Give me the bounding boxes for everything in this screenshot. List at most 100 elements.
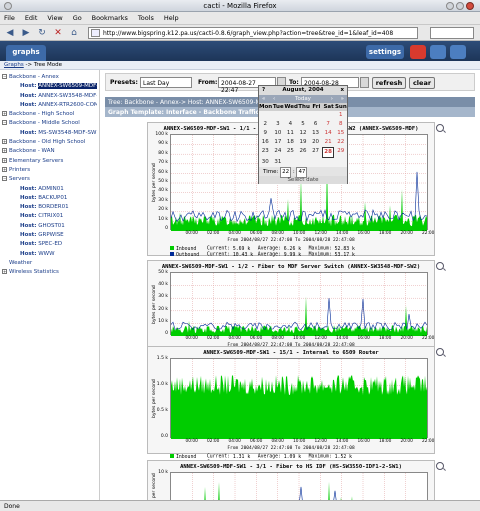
next-year-button[interactable]: » (341, 95, 344, 103)
menu-help[interactable]: Help (160, 12, 183, 24)
stop-icon[interactable]: ✕ (52, 27, 64, 39)
menu-edit[interactable]: Edit (21, 12, 42, 24)
tree-host-item[interactable]: Host: BACKUP01 (2, 194, 97, 203)
graph-panel[interactable]: ANNEX-SW6509-MDF-SW1 - 15/1 - Internal t… (147, 346, 435, 466)
calendar-day[interactable]: 26 (297, 147, 310, 158)
calendar-day[interactable]: 25 (284, 147, 297, 158)
tree-branch-item[interactable]: Weather (2, 259, 97, 268)
expand-icon[interactable]: + (2, 139, 7, 145)
back-icon[interactable]: ◀ (4, 27, 16, 39)
clear-button[interactable]: clear (409, 77, 435, 89)
calendar-day[interactable]: 23 (259, 147, 272, 158)
reload-icon[interactable]: ↻ (36, 27, 48, 39)
presets-select[interactable]: Last Day (140, 77, 192, 88)
tab-settings[interactable]: settings (366, 45, 404, 59)
breadcrumb-graphs[interactable]: Graphs (4, 62, 24, 68)
tab-graphs[interactable]: graphs (6, 45, 46, 61)
tree-host-item[interactable]: Host: ANNEX-SW3548-MDF-SW2 (2, 92, 97, 101)
calendar-day[interactable]: 13 (309, 129, 322, 138)
menu-view[interactable]: View (43, 12, 66, 24)
home-icon[interactable]: ⌂ (68, 27, 80, 39)
zoom-icon[interactable] (436, 262, 444, 270)
menu-tools[interactable]: Tools (134, 12, 158, 24)
calendar-day[interactable]: 9 (259, 129, 272, 138)
calendar-day[interactable]: 31 (272, 158, 285, 167)
forward-icon[interactable]: ▶ (20, 27, 32, 39)
tree-branch-item[interactable]: − Backbone - Middle School (2, 119, 97, 128)
calendar-day[interactable]: 8 (334, 120, 347, 129)
calendar-help-button[interactable]: ? (262, 86, 265, 95)
zoom-icon[interactable] (436, 124, 444, 132)
tree-host-item[interactable]: Host: ADMIN01 (2, 185, 97, 194)
url-bar[interactable]: http://www.bigspring.k12.pa.us/cacti-0.8… (88, 27, 418, 39)
zoom-icon[interactable] (436, 348, 444, 356)
menu-file[interactable]: File (0, 12, 19, 24)
maximize-icon[interactable] (456, 2, 464, 10)
collapse-icon[interactable]: − (2, 74, 7, 79)
search-box[interactable] (430, 27, 474, 39)
calendar-day[interactable]: 6 (309, 120, 322, 129)
calendar-day[interactable]: 5 (297, 120, 310, 129)
zoom-icon[interactable] (436, 462, 444, 470)
prev-month-button[interactable]: ‹ (273, 95, 275, 103)
tree-host-item[interactable]: Host: GRPWISE (2, 231, 97, 240)
collapse-icon[interactable]: − (2, 176, 7, 182)
calendar-day[interactable]: 19 (297, 138, 310, 147)
calendar-day[interactable]: 21 (322, 138, 335, 147)
calendar-day[interactable]: 20 (309, 138, 322, 147)
calendar-day[interactable]: 14 (322, 129, 335, 138)
calendar-close-button[interactable]: x (340, 86, 344, 95)
calendar-day[interactable]: 10 (272, 129, 285, 138)
calendar-day[interactable]: 2 (259, 120, 272, 129)
calendar-day[interactable]: 3 (272, 120, 285, 129)
calendar-day[interactable]: 11 (284, 129, 297, 138)
calendar-day[interactable]: 17 (272, 138, 285, 147)
calendar-day[interactable]: 22 (334, 138, 347, 147)
calendar-day[interactable]: 27 (309, 147, 322, 158)
tree-branch-item[interactable]: + Backbone - WAN (2, 147, 97, 156)
next-month-button[interactable]: › (331, 95, 333, 103)
minimize-icon[interactable] (446, 2, 454, 10)
expand-icon[interactable]: + (2, 157, 7, 163)
expand-icon[interactable]: + (2, 166, 7, 172)
tree-branch-item[interactable]: + Wireless Statistics (2, 268, 97, 277)
tree-host-item[interactable]: Host: ANNEX-RTR2600-COMCAST (2, 101, 97, 110)
tree-host-item[interactable]: Host: ANNEX-SW6509-MDF-SW1 (2, 82, 97, 91)
calendar-day[interactable]: 29 (334, 147, 347, 158)
tree-host-item[interactable]: Host: MS-SW3548-MDF-SW1 (2, 129, 97, 138)
menu-bookmarks[interactable]: Bookmarks (88, 12, 132, 24)
calendar-day[interactable]: 12 (297, 129, 310, 138)
prev-year-button[interactable]: « (262, 95, 265, 103)
calendar-day[interactable]: 7 (322, 120, 335, 129)
tree-host-item[interactable]: Host: BORDER01 (2, 203, 97, 212)
calendar-day[interactable]: 18 (284, 138, 297, 147)
expand-icon[interactable]: + (2, 269, 7, 275)
close-icon[interactable] (466, 2, 474, 10)
graph-panel[interactable]: ANNEX-SW6509-MDF-SW1 - 3/1 - Fiber to HS… (147, 460, 435, 500)
list-view-icon[interactable] (430, 45, 446, 59)
tree-view-icon[interactable] (410, 45, 426, 59)
collapse-icon[interactable]: − (2, 120, 7, 126)
tree-host-item[interactable]: Host: CITRIX01 (2, 212, 97, 221)
tree-branch-item[interactable]: + Printers (2, 166, 97, 175)
menu-go[interactable]: Go (69, 12, 86, 24)
tree-branch-item[interactable]: + Backbone - Old High School (2, 138, 97, 147)
calendar-day[interactable]: 16 (259, 138, 272, 147)
tree-host-item[interactable]: Host: WWW (2, 250, 97, 259)
calendar-day[interactable]: 30 (259, 158, 272, 167)
refresh-button[interactable]: refresh (372, 77, 406, 89)
calendar-day[interactable]: 4 (284, 120, 297, 129)
expand-icon[interactable]: + (2, 111, 7, 117)
calendar-icon[interactable] (360, 77, 369, 88)
calendar-day[interactable]: 1 (334, 111, 347, 120)
calendar-day[interactable]: 28 (321, 147, 335, 158)
tree-branch-item[interactable]: + Elementary Servers (2, 157, 97, 166)
calendar-day[interactable]: 24 (272, 147, 285, 158)
expand-icon[interactable]: + (2, 148, 7, 154)
tree-branch-item[interactable]: + Backbone - High School (2, 110, 97, 119)
today-button[interactable]: Today (295, 96, 311, 102)
calendar-day[interactable]: 15 (334, 129, 347, 138)
preview-view-icon[interactable] (450, 45, 466, 59)
tree-branch-item[interactable]: − Servers (2, 175, 97, 184)
tree-host-item[interactable]: Host: SPEC-ED (2, 240, 97, 249)
